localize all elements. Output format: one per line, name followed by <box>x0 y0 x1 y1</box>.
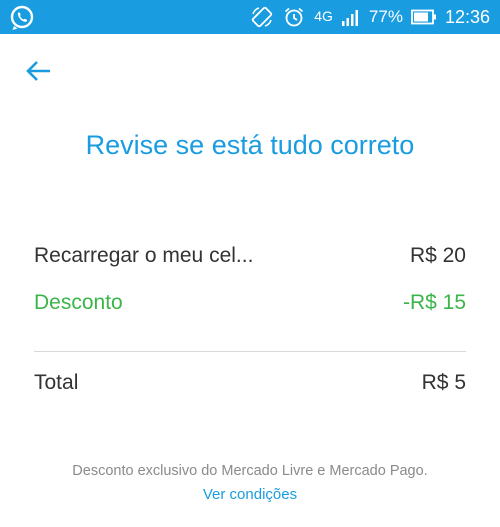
total-label: Total <box>34 371 79 394</box>
signal-icon <box>341 7 361 27</box>
back-button[interactable] <box>22 56 56 86</box>
item-label: Recarregar o meu cel... <box>34 244 254 267</box>
discount-value: -R$ 15 <box>402 291 466 314</box>
alarm-icon <box>282 5 306 29</box>
screen-rotation-icon <box>250 5 274 29</box>
discount-note: Desconto exclusivo do Mercado Livre e Me… <box>72 463 428 479</box>
total-value: R$ 5 <box>421 371 466 394</box>
network-type: 4G <box>314 8 333 24</box>
summary-row-item: Recarregar o meu cel... R$ 20 <box>34 244 466 268</box>
status-bar: 4G 77% 12:36 <box>0 0 500 34</box>
arrow-left-icon <box>22 61 56 90</box>
item-value: R$ 20 <box>409 244 466 267</box>
terms-link[interactable]: Ver condições <box>0 486 500 503</box>
battery-percentage: 77% <box>368 7 403 26</box>
clock: 12:36 <box>444 6 490 27</box>
summary-row-total: Total R$ 5 <box>34 371 466 395</box>
summary-row-discount: Desconto -R$ 15 <box>34 291 466 315</box>
battery-icon <box>411 9 437 25</box>
divider <box>34 351 466 352</box>
page-title: Revise se está tudo correto <box>85 130 415 160</box>
discount-label: Desconto <box>34 291 123 314</box>
whatsapp-icon <box>8 4 36 32</box>
